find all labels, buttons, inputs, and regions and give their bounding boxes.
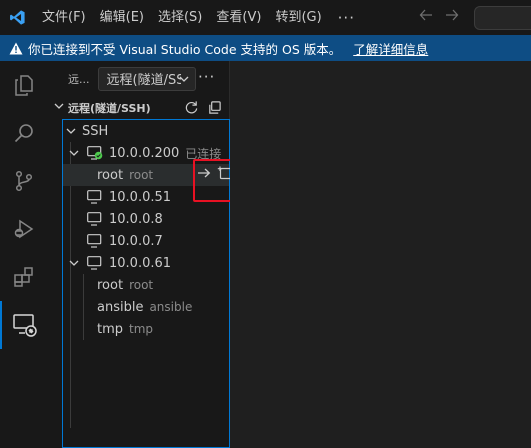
folder-path: root — [129, 278, 154, 292]
host-name: 10.0.0.51 — [109, 189, 172, 205]
menu-go[interactable]: 转到(G) — [268, 0, 328, 35]
folder-path: root — [129, 168, 154, 182]
folder-label: root — [97, 167, 124, 183]
remote-type-select-value: 远程(隧道/SSH) — [106, 73, 181, 88]
menu-more-button[interactable]: ··· — [329, 9, 364, 27]
host-name: 10.0.0.61 — [109, 255, 172, 271]
warning-icon — [9, 41, 23, 55]
forward-arrow-icon[interactable] — [444, 8, 460, 26]
folder-label: root — [97, 277, 124, 293]
title-bar: 文件(F) 编辑(E) 选择(S) 查看(V) 转到(G) ··· — [0, 0, 531, 35]
chevron-down-icon — [64, 124, 78, 138]
remote-explorer-icon[interactable] — [0, 301, 48, 349]
folder-path: tmp — [129, 322, 154, 336]
chevron-down-icon — [53, 100, 67, 116]
unsupported-os-banner: 你已连接到不受 Visual Studio Code 支持的 OS 版本。 了解… — [0, 35, 531, 61]
host-name: 10.0.0.7 — [109, 233, 163, 249]
new-window-icon[interactable] — [207, 100, 222, 119]
search-icon[interactable] — [0, 109, 48, 157]
connected-monitor-icon — [87, 146, 103, 160]
monitor-icon — [87, 234, 103, 248]
tree-item-folder-ansible[interactable]: ansible ansible — [63, 296, 229, 318]
host-name: 10.0.0.200 — [109, 145, 180, 161]
tree-item-ssh[interactable]: SSH — [63, 120, 229, 142]
back-arrow-icon[interactable] — [418, 8, 434, 26]
monitor-icon — [87, 256, 103, 270]
tree-item-folder-tmp[interactable]: tmp tmp — [63, 318, 229, 340]
menu-view[interactable]: 查看(V) — [209, 0, 268, 35]
chevron-down-icon — [67, 146, 81, 160]
command-center-search[interactable] — [474, 6, 531, 30]
source-control-icon[interactable] — [0, 157, 48, 205]
menu-selection[interactable]: 选择(S) — [151, 0, 209, 35]
tree-item-host-10-0-0-61[interactable]: 10.0.0.61 — [63, 252, 229, 274]
extensions-icon[interactable] — [0, 253, 48, 301]
activity-bar — [0, 61, 48, 448]
refresh-icon[interactable] — [184, 100, 199, 119]
vscode-logo-icon — [0, 0, 35, 35]
tree-item-host-10-0-0-8[interactable]: 10.0.0.8 — [63, 208, 229, 230]
monitor-icon — [87, 212, 103, 226]
learn-more-link[interactable]: 了解详细信息 — [353, 39, 428, 58]
section-header-tunnels-ssh[interactable]: 远程(隧道/SSH) — [48, 97, 230, 119]
folder-label: tmp — [97, 321, 124, 337]
menu-file[interactable]: 文件(F) — [35, 0, 93, 35]
more-actions-button[interactable]: ··· — [198, 68, 215, 86]
chevron-down-icon — [67, 256, 81, 270]
tree-item-host-10-0-0-7[interactable]: 10.0.0.7 — [63, 230, 229, 252]
menu-bar: 文件(F) 编辑(E) 选择(S) 查看(V) 转到(G) ··· — [35, 0, 364, 35]
menu-edit[interactable]: 编辑(E) — [93, 0, 151, 35]
folder-path: ansible — [149, 300, 193, 314]
navigation-arrows — [418, 8, 460, 26]
sidebar-header: 远... 远程(隧道/SSH) ··· — [48, 61, 230, 96]
remote-type-select[interactable]: 远程(隧道/SSH) — [97, 66, 196, 91]
host-name: 10.0.0.8 — [109, 211, 163, 227]
run-debug-icon[interactable] — [0, 205, 48, 253]
editor-area — [230, 61, 531, 448]
tree-item-label: SSH — [82, 123, 109, 139]
monitor-icon — [87, 190, 103, 204]
section-title: 远程(隧道/SSH) — [68, 102, 151, 115]
explorer-icon[interactable] — [0, 61, 48, 109]
banner-message: 你已连接到不受 Visual Studio Code 支持的 OS 版本。 — [28, 41, 342, 57]
folder-label: ansible — [97, 299, 144, 315]
remote-explorer-sidebar: 远... 远程(隧道/SSH) ··· 远程(隧道/SSH) — [48, 61, 233, 448]
tree-item-folder-root[interactable]: root root — [63, 274, 229, 296]
sidebar-title: 远... — [68, 72, 90, 86]
section-actions — [184, 100, 222, 119]
chevron-down-icon — [178, 72, 190, 90]
